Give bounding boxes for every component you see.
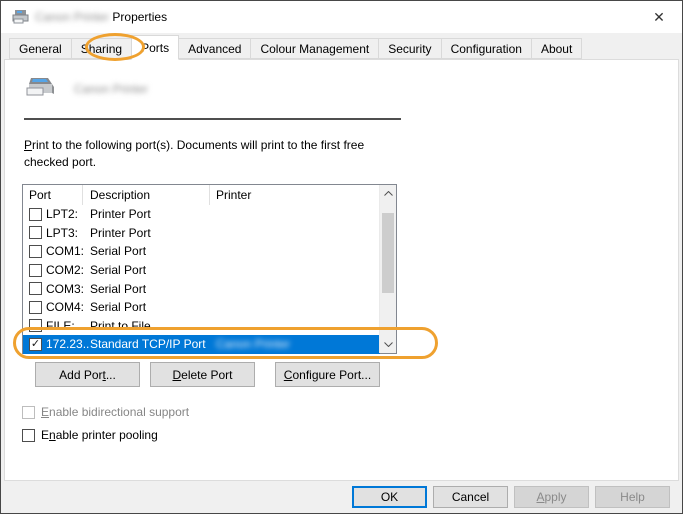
port-description: Serial Port: [90, 244, 216, 258]
configure-port-button[interactable]: Configure Port...: [275, 362, 380, 387]
section-divider: [24, 118, 401, 120]
add-port-button[interactable]: Add Port...: [35, 362, 140, 387]
redacted-printer-name: Canon Printer: [74, 82, 148, 96]
port-description: Print to File: [90, 319, 216, 333]
printer-properties-dialog: Canon Printer Properties ✕ General Shari…: [0, 0, 683, 514]
tab-configuration[interactable]: Configuration: [441, 38, 532, 59]
redacted-printer-name: Canon Printer: [35, 10, 109, 24]
scroll-down-button[interactable]: [380, 336, 396, 353]
port-description: Serial Port: [90, 300, 216, 314]
bidirectional-support-option: Enable bidirectional support: [22, 405, 189, 419]
port-name: COM2:: [46, 263, 90, 277]
port-checkbox[interactable]: [29, 264, 42, 277]
tab-strip: General Sharing Ports Advanced Colour Ma…: [9, 38, 581, 60]
apply-button[interactable]: Apply: [514, 486, 589, 508]
port-row[interactable]: LPT3: Printer Port: [23, 224, 380, 243]
port-name: LPT2:: [46, 207, 90, 221]
tab-about[interactable]: About: [531, 38, 582, 59]
port-name: COM1:: [46, 244, 90, 258]
port-checkbox[interactable]: [29, 301, 42, 314]
port-checkbox[interactable]: [29, 208, 42, 221]
printer-pooling-checkbox[interactable]: [22, 429, 35, 442]
window-title: Canon Printer Properties: [35, 10, 167, 24]
port-checkbox[interactable]: [29, 338, 42, 351]
bidirectional-support-label: Enable bidirectional support: [41, 405, 189, 419]
ports-list: Port Description Printer LPT2: Printer P…: [22, 184, 397, 354]
port-name: LPT3:: [46, 226, 90, 240]
ports-intro-text: Print to the following port(s). Document…: [24, 137, 364, 171]
delete-port-button[interactable]: Delete Port: [150, 362, 255, 387]
port-row[interactable]: COM1: Serial Port: [23, 242, 380, 261]
port-checkbox[interactable]: [29, 319, 42, 332]
column-header-description[interactable]: Description: [83, 185, 210, 205]
bidirectional-support-checkbox: [22, 406, 35, 419]
port-description: Serial Port: [90, 263, 216, 277]
port-checkbox[interactable]: [29, 282, 42, 295]
ports-list-body: LPT2: Printer Port LPT3: Printer Port CO…: [23, 205, 380, 354]
tab-security[interactable]: Security: [378, 38, 441, 59]
port-row[interactable]: LPT2: Printer Port: [23, 205, 380, 224]
dialog-footer: OK Cancel Apply Help: [1, 481, 682, 513]
port-checkbox[interactable]: [29, 226, 42, 239]
port-name: COM3:: [46, 282, 90, 296]
title-bar: Canon Printer Properties ✕: [1, 1, 682, 33]
port-name: 172.23...: [46, 337, 90, 351]
port-row[interactable]: FILE: Print to File: [23, 317, 380, 336]
chevron-up-icon: [384, 191, 393, 196]
port-name: COM4:: [46, 300, 90, 314]
tab-colour-management[interactable]: Colour Management: [250, 38, 379, 59]
printer-icon: [12, 9, 29, 25]
port-description: Standard TCP/IP Port: [90, 337, 216, 351]
column-header-printer[interactable]: Printer: [210, 185, 380, 205]
printer-icon: [24, 75, 56, 105]
port-row[interactable]: 172.23... Standard TCP/IP Port Canon Pri…: [23, 335, 380, 354]
cancel-button[interactable]: Cancel: [433, 486, 508, 508]
tab-ports[interactable]: Ports: [131, 35, 179, 60]
port-description: Printer Port: [90, 207, 216, 221]
column-header-port[interactable]: Port: [23, 185, 83, 205]
ports-list-header: Port Description Printer: [23, 185, 380, 205]
port-row[interactable]: COM2: Serial Port: [23, 261, 380, 280]
vertical-scrollbar[interactable]: [379, 185, 396, 353]
port-row[interactable]: COM4: Serial Port: [23, 298, 380, 317]
printer-pooling-option[interactable]: Enable printer pooling: [22, 428, 158, 442]
printer-pooling-label: Enable printer pooling: [41, 428, 158, 442]
tab-sharing[interactable]: Sharing: [71, 38, 132, 59]
port-description: Printer Port: [90, 226, 216, 240]
ports-tab-page: Canon Printer Print to the following por…: [4, 59, 679, 481]
ok-button[interactable]: OK: [352, 486, 427, 508]
scrollbar-thumb[interactable]: [382, 213, 394, 293]
scroll-up-button[interactable]: [380, 185, 396, 202]
port-name: FILE:: [46, 319, 90, 333]
port-checkbox[interactable]: [29, 245, 42, 258]
tab-general[interactable]: General: [9, 38, 72, 59]
tab-advanced[interactable]: Advanced: [178, 38, 251, 59]
close-button[interactable]: ✕: [644, 5, 674, 29]
help-button[interactable]: Help: [595, 486, 670, 508]
port-printer: Canon Printer: [216, 337, 380, 351]
chevron-down-icon: [384, 342, 393, 347]
port-description: Serial Port: [90, 282, 216, 296]
port-row[interactable]: COM3: Serial Port: [23, 279, 380, 298]
